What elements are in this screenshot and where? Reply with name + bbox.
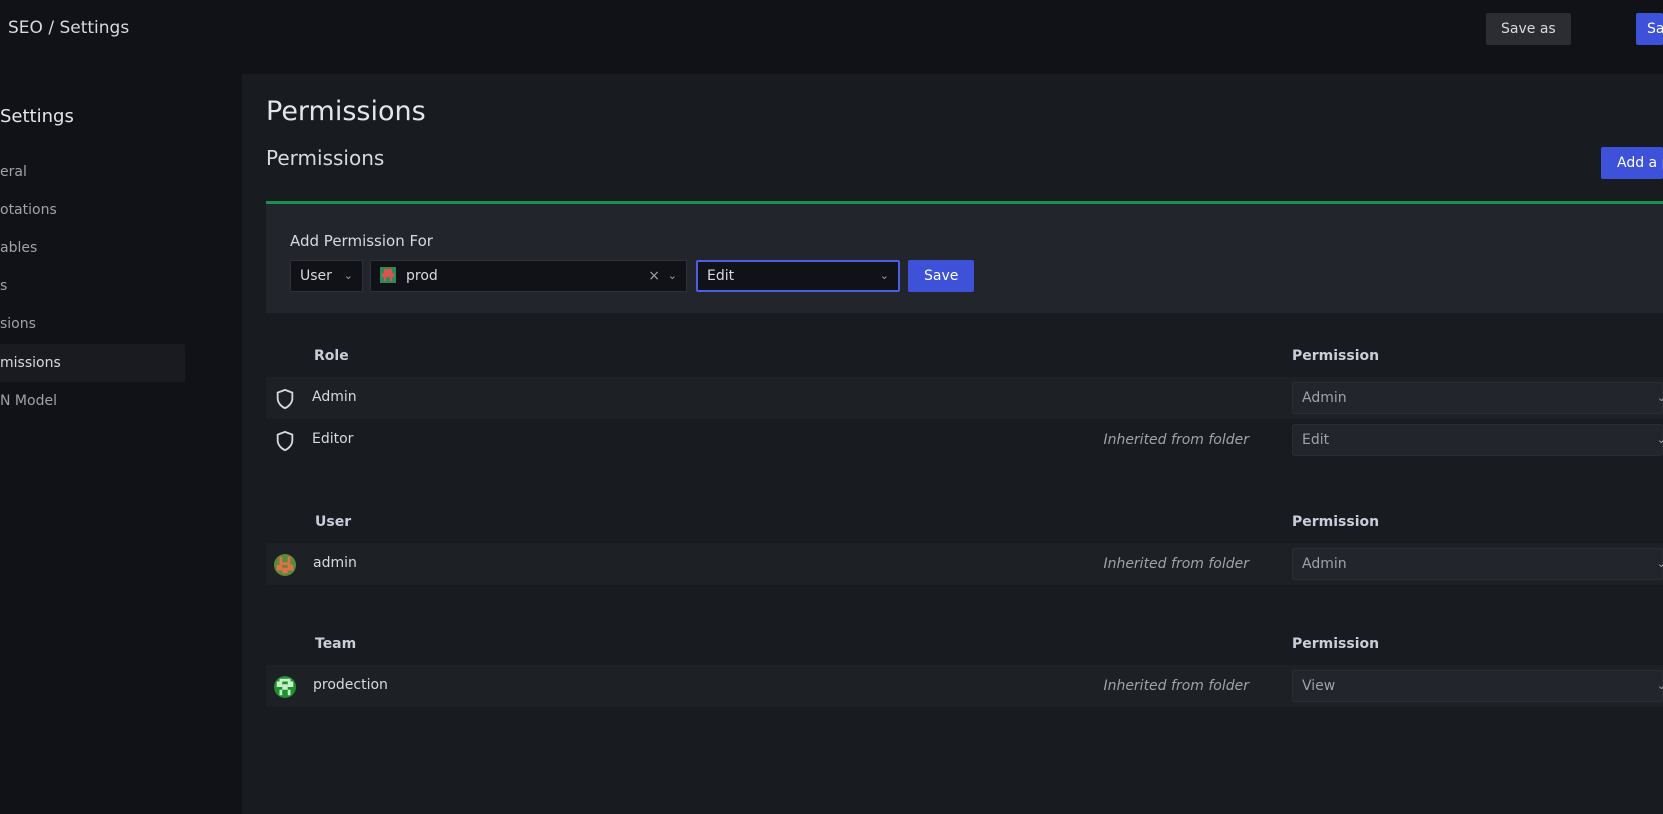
- chevron-down-icon: ⌄: [1656, 433, 1663, 446]
- user-avatar-icon: [380, 266, 396, 283]
- user-picker-select[interactable]: prod × ⌄: [370, 260, 687, 292]
- permission-level-select[interactable]: Edit ⌄: [696, 260, 900, 292]
- chevron-down-icon: ⌄: [879, 269, 889, 282]
- permission-column-header: Permission: [1292, 636, 1380, 652]
- shield-icon: [276, 430, 294, 452]
- user-column-header: User: [315, 514, 352, 530]
- permission-column-header: Permission: [1292, 514, 1380, 530]
- permission-level-value: Edit: [707, 268, 735, 284]
- permission-type-select[interactable]: User ⌄: [290, 260, 363, 292]
- role-column-header: Role: [314, 348, 349, 364]
- main-panel: Permissions Permissions Add a p Add Perm…: [242, 74, 1663, 814]
- sidebar-item-links[interactable]: s: [0, 267, 185, 305]
- inherited-note: Inherited from folder: [1103, 556, 1249, 572]
- clear-icon[interactable]: ×: [648, 261, 660, 291]
- permission-value: Admin: [1302, 390, 1347, 406]
- chevron-down-icon: ⌄: [343, 269, 353, 282]
- user-name: admin: [313, 555, 357, 571]
- team-avatar-icon: [274, 676, 296, 698]
- section-title: Permissions: [266, 146, 385, 170]
- chevron-down-icon: ⌄: [667, 269, 677, 282]
- team-column-header: Team: [315, 636, 357, 652]
- chevron-down-icon: ⌄: [1656, 557, 1663, 570]
- user-avatar-icon: [274, 554, 296, 576]
- permission-select[interactable]: Edit ⌄: [1292, 424, 1663, 456]
- permission-column-header: Permission: [1292, 348, 1380, 364]
- permission-type-value: User: [300, 268, 332, 284]
- permission-value: Edit: [1302, 432, 1330, 448]
- user-table-header: User Permission: [242, 508, 1663, 538]
- add-permission-panel: Add Permission For User ⌄ prod × ⌄ Edit …: [266, 201, 1663, 313]
- role-table-header: Role Permission: [242, 342, 1663, 372]
- role-name: Editor: [312, 431, 354, 447]
- sidebar-title: Settings: [0, 106, 74, 127]
- save-dashboard-button[interactable]: Save: [1636, 13, 1663, 45]
- save-as-button[interactable]: Save as: [1486, 13, 1571, 45]
- user-picker-value: prod: [406, 268, 438, 284]
- permission-value: View: [1302, 678, 1336, 694]
- sidebar-item-annotations[interactable]: otations: [0, 191, 185, 229]
- add-permission-button[interactable]: Add a p: [1601, 147, 1663, 179]
- breadcrumb[interactable]: SEO / Settings: [8, 18, 129, 38]
- table-row: Admin Admin ⌄: [266, 377, 1663, 419]
- sidebar-item-variables[interactable]: ables: [0, 229, 185, 267]
- sidebar-item-versions[interactable]: sions: [0, 305, 185, 343]
- table-row: admin Inherited from folder Admin ⌄: [266, 543, 1663, 585]
- sidebar-item-permissions[interactable]: missions: [0, 344, 185, 382]
- sidebar-item-general[interactable]: eral: [0, 153, 185, 191]
- settings-sidebar: Settings eral otations ables s sions mis…: [0, 74, 242, 814]
- chevron-down-icon: ⌄: [1656, 679, 1663, 692]
- chevron-down-icon: ⌄: [1656, 391, 1663, 404]
- table-row: Editor Inherited from folder Edit ⌄: [266, 419, 1663, 461]
- page-title: Permissions: [266, 96, 426, 127]
- shield-icon: [276, 388, 294, 410]
- team-name: prodection: [313, 677, 388, 693]
- permission-select[interactable]: Admin ⌄: [1292, 382, 1663, 414]
- sidebar-item-json-model[interactable]: N Model: [0, 382, 185, 420]
- inherited-note: Inherited from folder: [1103, 678, 1249, 694]
- inherited-note: Inherited from folder: [1103, 432, 1249, 448]
- permission-select[interactable]: Admin ⌄: [1292, 548, 1663, 580]
- save-permission-button[interactable]: Save: [908, 260, 975, 292]
- role-name: Admin: [312, 389, 357, 405]
- table-row: prodection Inherited from folder View ⌄: [266, 665, 1663, 707]
- permission-value: Admin: [1302, 556, 1347, 572]
- team-table-header: Team Permission: [242, 630, 1663, 660]
- add-permission-label: Add Permission For: [290, 232, 433, 250]
- permission-select[interactable]: View ⌄: [1292, 670, 1663, 702]
- top-bar: SEO / Settings Save as Save: [0, 0, 1663, 56]
